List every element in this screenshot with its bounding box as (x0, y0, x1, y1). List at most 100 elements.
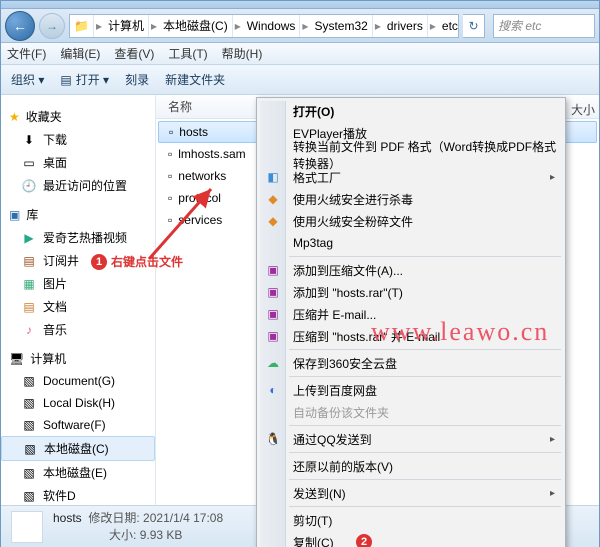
recent-icon: 🕘 (21, 178, 37, 194)
desktop-icon: ▭ (21, 155, 37, 171)
winrar-icon: ▣ (265, 284, 281, 300)
chevron-right-icon: ▸ (550, 172, 555, 183)
winrar-icon: ▣ (265, 306, 281, 322)
computer-icon: 🖥 (9, 352, 24, 366)
ctx-format-factory[interactable]: ◧格式工厂▸ (259, 166, 563, 188)
nav-libraries-header[interactable]: ▣库 (1, 203, 155, 226)
file-icon: ▫ (169, 125, 173, 139)
breadcrumb-drivers[interactable]: drivers (383, 15, 428, 37)
nav-drive-h[interactable]: ▧Local Disk(H) (1, 392, 155, 414)
ctx-zip-email[interactable]: ▣压缩并 E-mail... (259, 303, 563, 325)
ctx-send-to[interactable]: 发送到(N)▸ (259, 482, 563, 504)
ctx-zip-rar-email[interactable]: ▣压缩到 "hosts.rar" 并 E-mail (259, 325, 563, 347)
pictures-icon: ▦ (21, 276, 37, 292)
context-menu: 打开(O) EVPlayer播放 转换当前文件到 PDF 格式（Word转换成P… (256, 97, 566, 547)
ctx-baidu-upload[interactable]: ◐上传到百度网盘 (259, 379, 563, 401)
nav-computer-header[interactable]: 🖥计算机 (1, 347, 155, 370)
badge-2: 2 (356, 534, 372, 547)
ctx-separator (289, 256, 561, 257)
cloud-icon: ☁ (265, 355, 281, 371)
drive-icon: ▧ (21, 373, 37, 389)
chevron-right-icon[interactable]: ▸ (300, 19, 310, 33)
winrar-icon: ▣ (265, 262, 281, 278)
nav-drive-g[interactable]: ▧Document(G) (1, 370, 155, 392)
breadcrumb[interactable]: 📁 ▸ 计算机 ▸ 本地磁盘(C) ▸ Windows ▸ System32 ▸… (69, 14, 459, 38)
breadcrumb-etc[interactable]: etc (438, 15, 459, 37)
refresh-button[interactable]: ↻ (463, 14, 485, 38)
ctx-copy[interactable]: 复制(C) (259, 531, 563, 547)
open-icon: ▤ (60, 73, 71, 87)
nav-iqiyi[interactable]: ▶爱奇艺热播视频 (1, 226, 155, 249)
ctx-open[interactable]: 打开(O) (259, 100, 563, 122)
nav-downloads[interactable]: ⬇下载 (1, 128, 155, 151)
menu-tools[interactable]: 工具(T) (168, 45, 207, 62)
ctx-add-archive[interactable]: ▣添加到压缩文件(A)... (259, 259, 563, 281)
column-size[interactable]: 大小 (571, 101, 595, 118)
organize-button[interactable]: 组织 ▾ (11, 71, 44, 88)
new-folder-button[interactable]: 新建文件夹 (165, 71, 225, 88)
nav-pane[interactable]: ★收藏夹 ⬇下载 ▭桌面 🕘最近访问的位置 ▣库 ▶爱奇艺热播视频 ▤订阅井 ▦… (1, 95, 156, 505)
folder-icon: 📁 (74, 19, 89, 33)
ctx-save-360[interactable]: ☁保存到360安全云盘 (259, 352, 563, 374)
breadcrumb-windows[interactable]: Windows (243, 15, 301, 37)
ctx-separator (289, 349, 561, 350)
nav-drive-d[interactable]: ▧软件D (1, 484, 155, 505)
ctx-separator (289, 479, 561, 480)
breadcrumb-computer[interactable]: 计算机 (104, 15, 149, 37)
back-button[interactable]: ← (5, 11, 35, 41)
ctx-cut[interactable]: 剪切(T) (259, 509, 563, 531)
search-input[interactable]: 搜索 etc (493, 14, 595, 38)
star-icon: ★ (9, 110, 20, 124)
documents-icon: ▤ (21, 299, 37, 315)
ctx-huorong-shred[interactable]: ◆使用火绒安全粉碎文件 (259, 210, 563, 232)
annotation-step-1: 1右键点击文件 (91, 253, 183, 270)
menu-view[interactable]: 查看(V) (114, 45, 154, 62)
winrar-icon: ▣ (265, 328, 281, 344)
open-button[interactable]: ▤打开 ▾ (60, 71, 109, 88)
drive-icon: ▧ (21, 417, 37, 433)
drive-icon: ▧ (21, 488, 37, 504)
nav-drive-c[interactable]: ▧本地磁盘(C) (1, 436, 155, 461)
menu-file[interactable]: 文件(F) (7, 45, 46, 62)
nav-recent[interactable]: 🕘最近访问的位置 (1, 174, 155, 197)
explorer-window: ← → 📁 ▸ 计算机 ▸ 本地磁盘(C) ▸ Windows ▸ System… (0, 0, 600, 547)
shred-icon: ◆ (265, 213, 281, 229)
book-icon: ▤ (21, 253, 37, 269)
ctx-auto-backup[interactable]: 自动备份该文件夹 (259, 401, 563, 423)
drive-icon: ▧ (22, 441, 38, 457)
breadcrumb-icon[interactable]: 📁 (70, 15, 94, 37)
forward-button[interactable]: → (39, 13, 65, 39)
column-name[interactable]: 名称 (168, 98, 192, 115)
title-bar[interactable] (1, 1, 599, 9)
baidu-icon: ◐ (265, 382, 281, 398)
ctx-mp3tag[interactable]: Mp3tag (259, 232, 563, 254)
nav-desktop[interactable]: ▭桌面 (1, 151, 155, 174)
nav-drive-f[interactable]: ▧Software(F) (1, 414, 155, 436)
breadcrumb-system32[interactable]: System32 (310, 15, 372, 37)
chevron-right-icon[interactable]: ▸ (233, 19, 243, 33)
chevron-right-icon[interactable]: ▸ (428, 19, 438, 33)
nav-documents[interactable]: ▤文档 (1, 295, 155, 318)
drive-icon: ▧ (21, 395, 37, 411)
menu-edit[interactable]: 编辑(E) (60, 45, 100, 62)
nav-music[interactable]: ♪音乐 (1, 318, 155, 341)
status-meta: hosts 修改日期: 2021/1/4 17:08 大小: 9.93 KB (53, 510, 223, 544)
nav-drive-e[interactable]: ▧本地磁盘(E) (1, 461, 155, 484)
chevron-right-icon[interactable]: ▸ (94, 19, 104, 33)
chevron-right-icon: ▸ (550, 434, 555, 445)
ctx-qq-send[interactable]: 🐧通过QQ发送到▸ (259, 428, 563, 450)
chevron-right-icon[interactable]: ▸ (373, 19, 383, 33)
ctx-restore-versions[interactable]: 还原以前的版本(V) (259, 455, 563, 477)
burn-button[interactable]: 刻录 (125, 71, 149, 88)
menu-help[interactable]: 帮助(H) (222, 45, 263, 62)
library-icon: ▣ (9, 208, 20, 222)
breadcrumb-drive-c[interactable]: 本地磁盘(C) (159, 15, 233, 37)
ctx-add-rar[interactable]: ▣添加到 "hosts.rar"(T) (259, 281, 563, 303)
ctx-convert-pdf[interactable]: 转换当前文件到 PDF 格式（Word转换成PDF格式转换器） (259, 144, 563, 166)
video-icon: ▶ (21, 230, 37, 246)
ctx-huorong-scan[interactable]: ◆使用火绒安全进行杀毒 (259, 188, 563, 210)
chevron-right-icon[interactable]: ▸ (149, 19, 159, 33)
nav-favorites-header[interactable]: ★收藏夹 (1, 105, 155, 128)
nav-pictures[interactable]: ▦图片 (1, 272, 155, 295)
badge-1: 1 (91, 254, 107, 270)
